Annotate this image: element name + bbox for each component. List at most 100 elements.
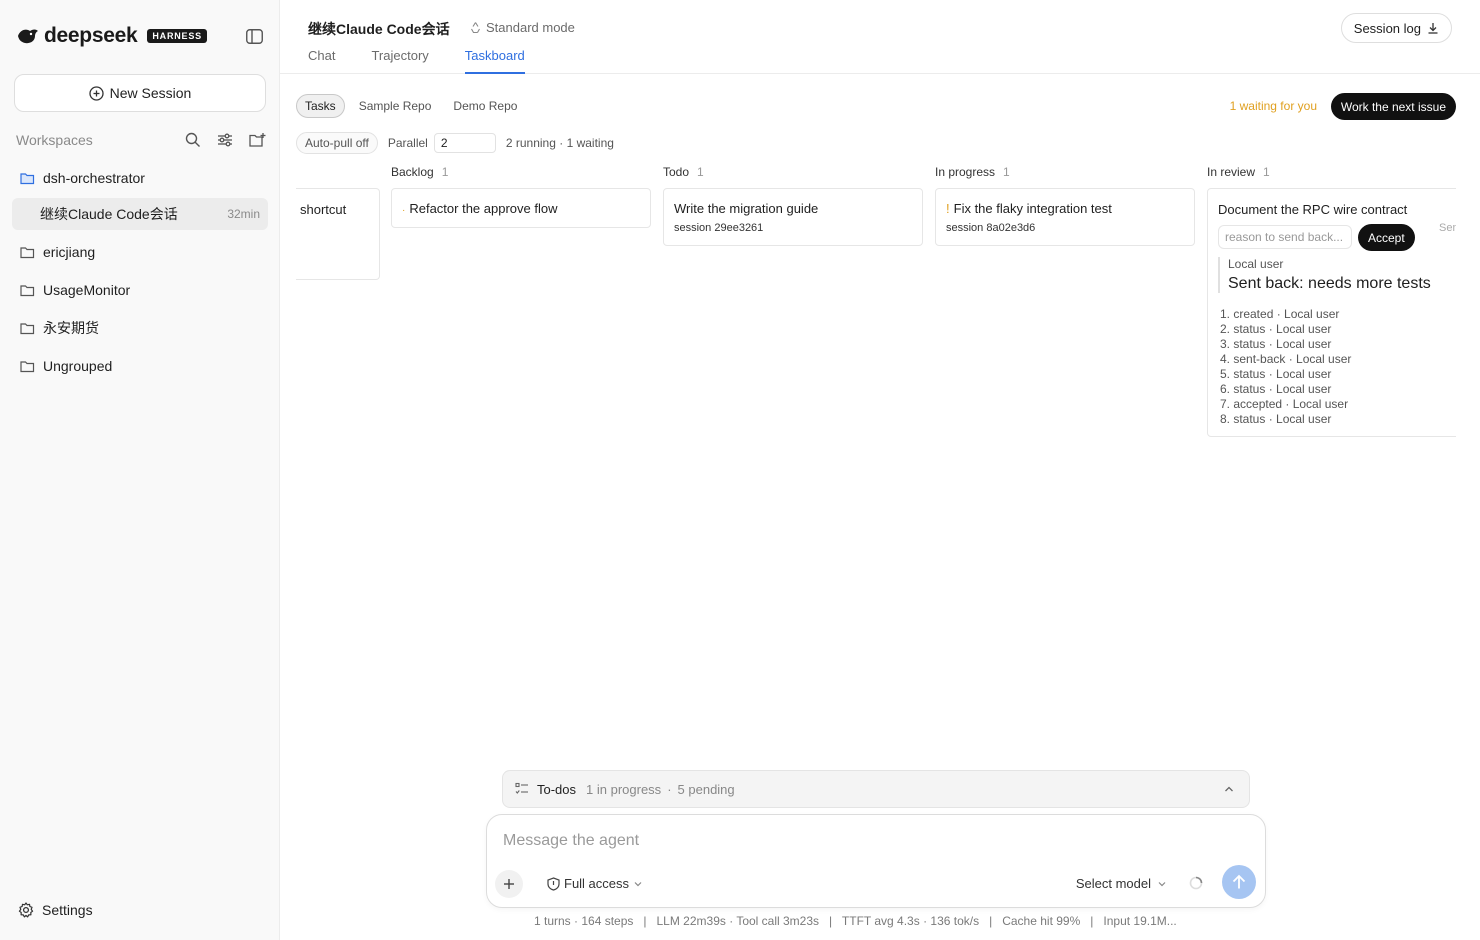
workspace-item[interactable]: 永安期货 <box>12 312 268 344</box>
column-header-todo: Todo 1 <box>663 165 704 179</box>
comment-author: Local user <box>1228 257 1284 271</box>
workspace-item[interactable]: Ungrouped <box>12 350 268 382</box>
review-comment: Local user Sent back: needs more tests <box>1218 257 1431 293</box>
column-count: 1 <box>1003 165 1010 179</box>
session-label: 继续Claude Code会话 <box>40 206 178 222</box>
column-name: In progress <box>935 165 996 179</box>
card-title-row: · Refactor the approve flow <box>402 201 640 216</box>
comment-text: Sent back: needs more tests <box>1228 275 1431 292</box>
history-entry: 7. accepted · Local user <box>1220 397 1349 411</box>
column-count: 1 <box>441 165 449 179</box>
accept-button[interactable]: Accept <box>1358 224 1415 251</box>
recycle-icon <box>471 22 480 34</box>
brand-name: deepseek <box>44 24 138 47</box>
tab-chat[interactable]: Chat <box>308 48 335 74</box>
workspace-item[interactable]: ericjiang <box>12 236 268 268</box>
page-title: 继续Claude Code会话 <box>308 21 450 37</box>
auto-pull-toggle[interactable]: Auto-pull off <box>296 132 378 154</box>
task-card-review[interactable]: Document the RPC wire contract reason to… <box>1207 188 1456 437</box>
tab-trajectory[interactable]: Trajectory <box>371 48 428 74</box>
tab-taskboard[interactable]: Taskboard <box>464 48 525 74</box>
parallel-input[interactable]: 2 <box>433 133 496 153</box>
search-icon[interactable] <box>184 131 202 149</box>
waiting-indicator[interactable]: 1 waiting for you <box>1230 99 1317 113</box>
review-card-clip: Document the RPC wire contract reason to… <box>1207 188 1456 437</box>
new-session-button[interactable]: New Session <box>14 74 266 112</box>
settings-label: Settings <box>42 902 93 918</box>
column-name: In review <box>1207 165 1256 179</box>
session-item-active[interactable]: 继续Claude Code会话 32min <box>12 198 268 230</box>
send-button[interactable] <box>1222 865 1256 899</box>
workspace-item[interactable]: dsh-orchestrator <box>12 162 268 194</box>
folder-icon <box>20 245 35 259</box>
card-session: session 29ee3261 <box>674 222 764 234</box>
settings-button[interactable]: Settings <box>18 902 93 918</box>
repo-tab-sample[interactable]: Sample Repo <box>351 94 440 118</box>
chevron-up-icon[interactable] <box>1223 783 1235 798</box>
send-back-button[interactable]: Send back <box>1439 220 1456 236</box>
history-entry: 6. status · Local user <box>1220 382 1332 396</box>
task-card-partial[interactable]: shortcut <box>296 188 380 280</box>
card-title: Document the RPC wire contract <box>1218 202 1408 217</box>
new-folder-icon[interactable] <box>248 131 266 149</box>
card-title: Fix the flaky integration test <box>953 201 1112 216</box>
column-count: 1 <box>697 165 704 179</box>
history-entry: 2. status · Local user <box>1220 322 1332 336</box>
todos-label: To-dos <box>537 781 577 797</box>
shield-icon <box>547 876 560 891</box>
task-card[interactable]: Write the migration guide session 29ee32… <box>663 188 923 246</box>
workspace-item[interactable]: UsageMonitor <box>12 274 268 306</box>
brand-badge: HARNESS <box>147 29 207 43</box>
model-select[interactable]: Select model <box>1076 876 1167 891</box>
event-history: 1. created · Local user 2. status · Loca… <box>1220 307 1351 427</box>
task-card[interactable]: · Refactor the approve flow <box>391 188 651 228</box>
column-name: Todo <box>663 165 690 179</box>
todos-bar[interactable]: To-dos 1 in progress · 5 pending <box>502 770 1250 808</box>
column-header-backlog: Backlog 1 <box>391 165 448 179</box>
repo-tab-demo[interactable]: Demo Repo <box>445 94 525 118</box>
filter-sliders-icon[interactable] <box>216 131 234 149</box>
message-input[interactable]: Message the agent <box>503 832 639 850</box>
priority-marker: ! <box>946 201 950 216</box>
new-session-label: New Session <box>109 85 192 101</box>
task-card[interactable]: ! Fix the flaky integration test session … <box>935 188 1195 246</box>
session-log-button[interactable]: Session log <box>1340 13 1452 43</box>
sidebar-toggle-icon[interactable] <box>244 27 264 45</box>
access-level-select[interactable]: Full access <box>547 876 643 891</box>
run-status: 2 running · 1 waiting <box>505 136 614 150</box>
mode-label: Standard mode <box>486 20 575 35</box>
plus-icon <box>504 879 514 889</box>
mode-indicator[interactable]: Standard mode <box>469 20 575 35</box>
column-name: Backlog <box>391 165 434 179</box>
gear-icon <box>18 902 34 918</box>
workspace-label: 永安期货 <box>43 320 99 336</box>
workspace-label: Ungrouped <box>43 358 113 374</box>
repo-tab-tasks[interactable]: Tasks <box>296 94 345 118</box>
access-label: Full access <box>564 876 630 891</box>
workspaces-header: Workspaces <box>16 130 266 150</box>
workspaces-title: Workspaces <box>16 132 93 148</box>
work-next-issue-button[interactable]: Work the next issue <box>1330 93 1456 120</box>
column-header-in-progress: In progress 1 <box>935 165 1010 179</box>
column-header-in-review: In review 1 <box>1207 165 1270 179</box>
workspace-tree: dsh-orchestrator 继续Claude Code会话 32min e… <box>12 162 268 388</box>
sidebar: deepseek HARNESS New Session Workspaces … <box>0 0 280 940</box>
history-entry: 1. created · Local user <box>1220 307 1340 321</box>
session-log-label: Session log <box>1353 20 1421 36</box>
brand: deepseek HARNESS <box>16 24 207 48</box>
loading-spinner-icon <box>1189 876 1203 890</box>
send-back-reason-input[interactable]: reason to send back... <box>1218 225 1352 249</box>
chevron-down-icon <box>634 881 642 886</box>
priority-marker: · <box>402 205 406 216</box>
todos-separator: · <box>667 781 672 797</box>
message-composer: Message the agent Full access Select mod… <box>486 814 1266 908</box>
download-icon <box>1428 23 1438 34</box>
card-title: shortcut <box>300 202 347 217</box>
attach-button[interactable] <box>495 870 523 898</box>
board-toolbar: Tasks Sample Repo Demo Repo 1 waiting fo… <box>296 93 1456 120</box>
usage-stats: 1 turns · 164 steps | LLM 22m39s · Tool … <box>534 914 1177 928</box>
plus-circle-icon <box>88 85 104 101</box>
todos-in-progress: 1 in progress <box>586 781 662 797</box>
card-title: Write the migration guide <box>674 201 819 216</box>
todos-pending: 5 pending <box>677 781 735 797</box>
